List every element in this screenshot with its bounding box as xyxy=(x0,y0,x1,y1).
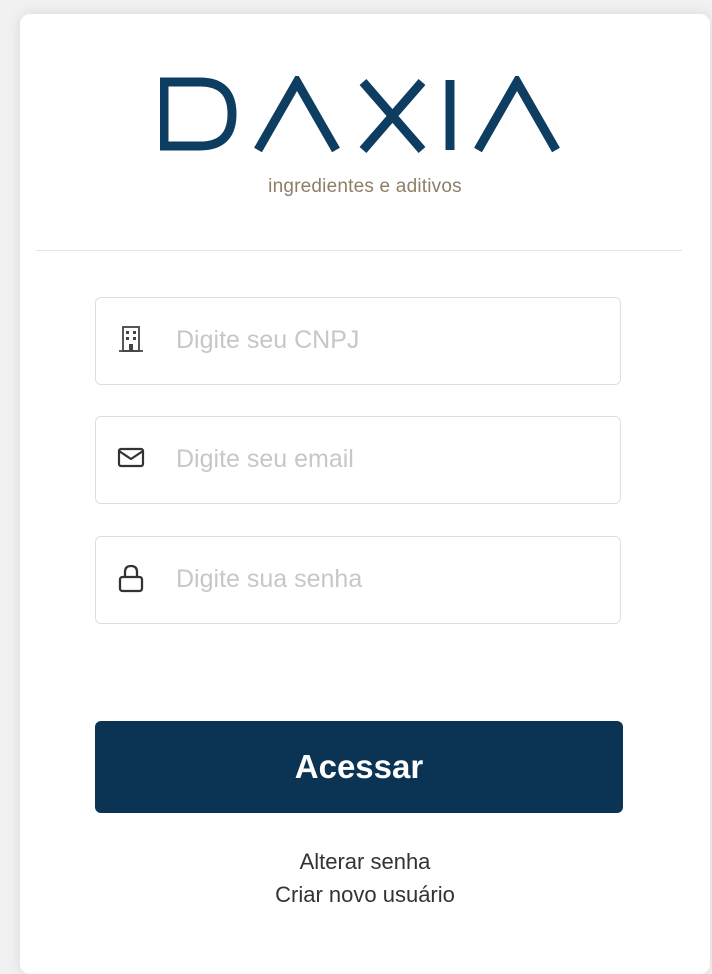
email-field[interactable] xyxy=(95,416,621,504)
daxia-logo xyxy=(20,76,710,156)
email-input[interactable] xyxy=(176,417,596,502)
password-input[interactable] xyxy=(176,537,596,622)
create-user-link[interactable]: Criar novo usuário xyxy=(20,882,710,908)
cnpj-input[interactable] xyxy=(176,298,596,383)
change-password-link[interactable]: Alterar senha xyxy=(20,849,710,875)
login-card: ingredientes e aditivos Digite seu CNPJ … xyxy=(20,14,710,974)
header-divider xyxy=(36,250,682,251)
building-icon xyxy=(116,324,146,354)
cnpj-field[interactable] xyxy=(95,297,621,385)
lock-icon xyxy=(116,563,146,593)
password-field[interactable] xyxy=(95,536,621,624)
brand-tagline: ingredientes e aditivos xyxy=(268,176,462,197)
envelope-icon xyxy=(116,443,146,473)
access-button[interactable]: Acessar xyxy=(95,721,623,813)
